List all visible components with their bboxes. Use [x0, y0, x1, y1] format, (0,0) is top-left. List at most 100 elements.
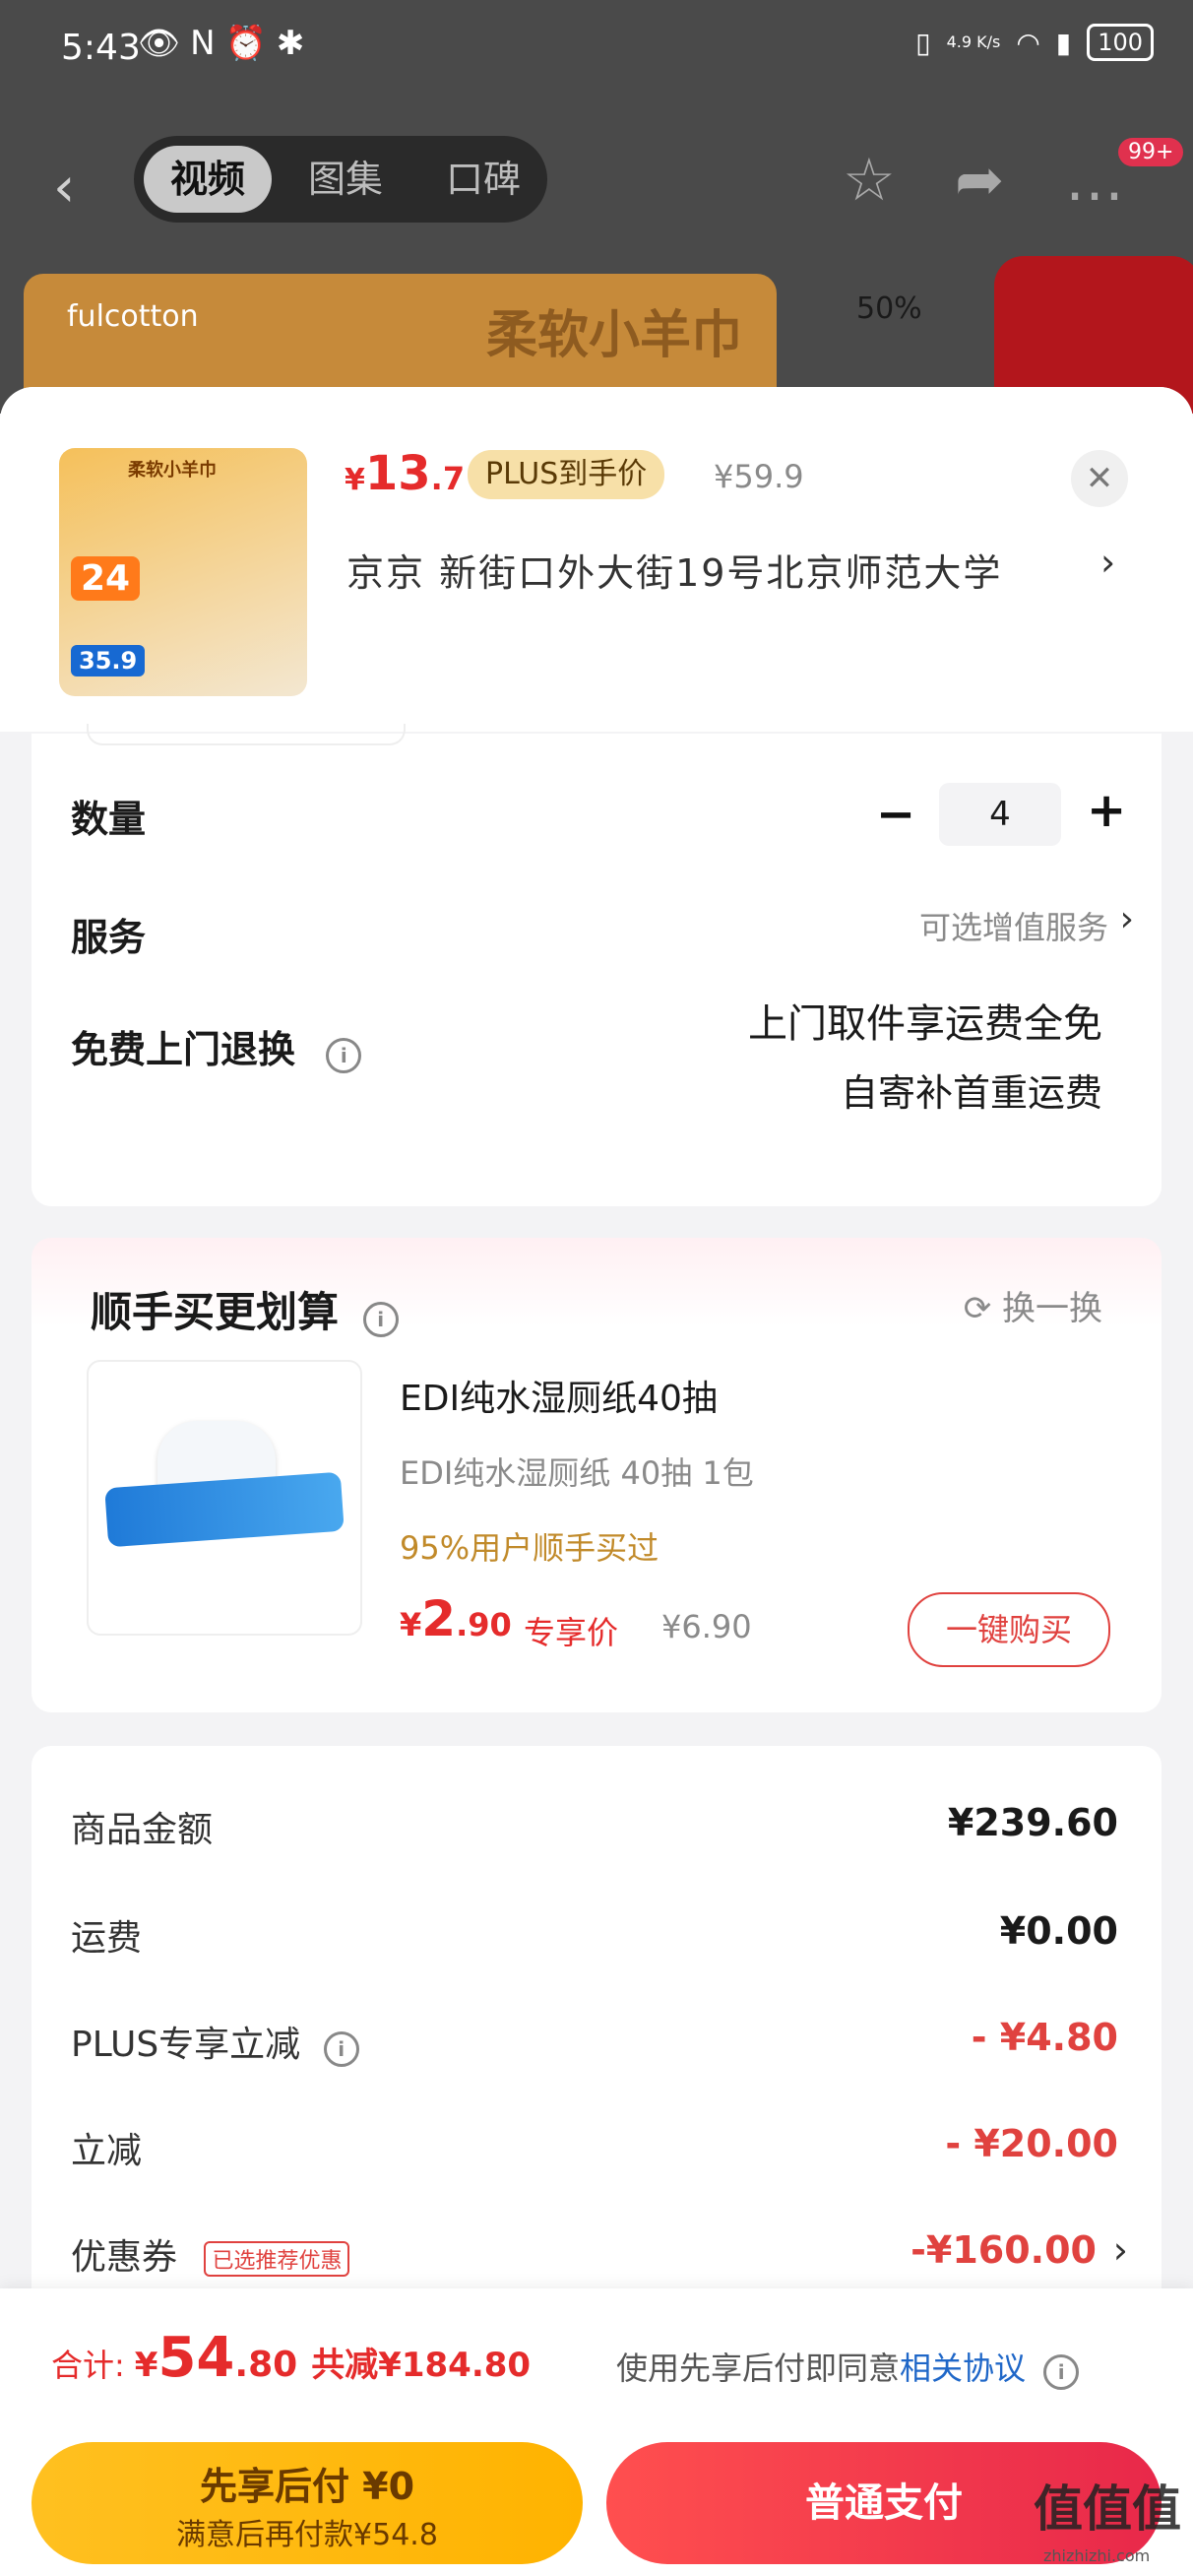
chevron-right-icon[interactable]: › — [1100, 541, 1115, 584]
info-icon[interactable]: i — [1043, 2354, 1080, 2390]
more-icon[interactable]: … — [1065, 146, 1124, 215]
summary-label-text: PLUS专享立减 — [71, 2025, 301, 2065]
checkout-bar: 合计: ¥54.80 共减¥184.80 使用先享后付即同意相关协议 i 先享后付 … — [0, 2288, 1193, 2576]
refresh-button[interactable]: ⟳ 换一换 — [964, 1281, 1102, 1329]
promo-text: 50% — [856, 291, 922, 326]
tab-reviews[interactable]: 口碑 — [419, 146, 547, 213]
total-decimal: .80 — [234, 2345, 298, 2385]
original-price: ¥59.9 — [714, 458, 804, 495]
pay-later-button[interactable]: 先享后付 ¥0 满意后再付款¥54.8 — [31, 2442, 583, 2564]
coupon-row[interactable]: 优惠券 已选推荐优惠 -¥160.00 › — [71, 2228, 1128, 2287]
addon-title-text: 顺手买更划算 — [91, 1288, 340, 1336]
plus-price-tag: PLUS到手价 — [468, 450, 665, 499]
total-saved: 共减¥184.80 — [311, 2346, 532, 2385]
addon-price-decimal: .90 — [456, 1606, 512, 1643]
quantity-minus-button[interactable]: − — [876, 787, 915, 842]
summary-row: 商品金额 ¥239.60 — [71, 1801, 1118, 1860]
summary-value: ¥0.00 — [999, 1909, 1118, 1953]
status-bar: 5:43 👁N⏰✱ ▯ 4.9 K/s ◠ ▮ 100 — [0, 0, 1193, 98]
return-label: 免费上门退换 i — [71, 1019, 362, 1073]
chevron-right-icon[interactable]: › — [1113, 2228, 1128, 2272]
total-amount: 合计: ¥54.80 共减¥184.80 — [51, 2326, 531, 2390]
status-time: 5:43 — [61, 28, 141, 68]
service-label: 服务 — [71, 916, 147, 959]
addon-price-integer: 2 — [421, 1590, 457, 1647]
summary-label: PLUS专享立减 i — [71, 2016, 359, 2067]
options-card: 数量 − 4 + 服务 可选增值服务 › 免费上门退换 i 上门取件享运费全免 … — [31, 724, 1162, 1206]
watermark: 值值值 — [1034, 2480, 1181, 2538]
wifi-icon: ◠ — [1016, 26, 1040, 59]
total-label: 合计: — [51, 2347, 125, 2384]
addon-original-price: ¥6.90 — [661, 1608, 752, 1645]
chevron-right-icon[interactable]: › — [1120, 899, 1134, 939]
info-icon[interactable]: i — [323, 2031, 359, 2067]
addon-card: 顺手买更划算 i ⟳ 换一换 EDI纯水湿厕纸40抽 EDI纯水湿厕纸 40抽 … — [31, 1238, 1162, 1712]
price-decimal: .7 — [430, 460, 466, 497]
pack-graphic — [104, 1471, 345, 1548]
addon-title: 顺手买更划算 i — [91, 1279, 399, 1339]
quantity-label: 数量 — [71, 798, 147, 841]
vibrate-icon: ▯ — [915, 26, 931, 59]
net-speed: 4.9 K/s — [946, 32, 1001, 51]
battery-icon: 100 — [1087, 24, 1154, 61]
pay-later-title: 先享后付 ¥0 — [199, 2465, 415, 2508]
summary-label: 优惠券 已选推荐优惠 — [71, 2228, 350, 2280]
agreement-text: 使用先享后付即同意相关协议 i — [616, 2344, 1080, 2390]
notification-icons: 👁N⏰✱ — [138, 24, 315, 63]
share-icon[interactable]: ➦ — [955, 146, 1004, 215]
pay-later-subtitle: 满意后再付款¥54.8 — [176, 2518, 438, 2552]
summary-label: 立减 — [71, 2131, 143, 2171]
product-price: ¥13.7 — [345, 446, 465, 501]
summary-value: - ¥4.80 — [971, 2016, 1118, 2059]
return-line-1: 上门取件享运费全免 — [748, 1001, 1102, 1047]
summary-row: 立减 - ¥20.00 — [71, 2122, 1118, 2181]
summary-value: - ¥20.00 — [945, 2122, 1118, 2165]
star-icon[interactable]: ☆ — [843, 146, 896, 215]
refresh-icon: ⟳ — [963, 1289, 992, 1328]
background-page: 5:43 👁N⏰✱ ▯ 4.9 K/s ◠ ▮ 100 ‹ 视频 图集 口碑 ☆… — [0, 0, 1193, 414]
tab-video[interactable]: 视频 — [144, 146, 272, 213]
summary-value: -¥160.00 — [910, 2228, 1097, 2272]
addon-name[interactable]: EDI纯水湿厕纸40抽 — [400, 1370, 718, 1421]
summary-label: 运费 — [71, 1918, 143, 1959]
watermark-url: zhizhizhi.com — [1043, 2546, 1151, 2565]
product-thumbnail: 柔软小羊巾 24 35.9 — [59, 448, 307, 696]
summary-row: 运费 ¥0.00 — [71, 1909, 1118, 1968]
refresh-label: 换一换 — [1002, 1289, 1102, 1328]
media-tabs: 视频 图集 口碑 — [134, 136, 547, 223]
nav-bar: ‹ 视频 图集 口碑 ☆ ➦ … 99+ — [0, 128, 1193, 236]
summary-label-text: 优惠券 — [71, 2237, 178, 2278]
addon-social-proof: 95%用户顺手买过 — [400, 1529, 659, 1567]
service-hint[interactable]: 可选增值服务 — [919, 903, 1108, 948]
back-icon[interactable]: ‹ — [53, 156, 75, 220]
sheet-header: 柔软小羊巾 24 35.9 ¥13.7 PLUS到手价 ¥59.9 ✕ 京京 新… — [0, 387, 1193, 732]
info-icon[interactable]: i — [362, 1302, 399, 1337]
tab-gallery[interactable]: 图集 — [282, 146, 409, 213]
delivery-address[interactable]: 京京 新街口外大街19号北京师范大学 — [346, 543, 1002, 597]
thumb-title: 柔软小羊巾 — [128, 460, 217, 481]
total-currency: ¥ — [134, 2346, 158, 2385]
summary-label: 商品金额 — [71, 1810, 214, 1850]
summary-value: ¥239.60 — [947, 1801, 1118, 1844]
addon-spec: EDI纯水湿厕纸 40抽 1包 — [400, 1454, 754, 1492]
brand-logo: fulcotton — [67, 299, 199, 334]
alert-icon: ▮ — [1055, 26, 1072, 59]
total-integer: 54 — [157, 2326, 235, 2390]
info-icon[interactable]: i — [326, 1038, 362, 1073]
exclusive-price-label: 专享价 — [524, 1614, 619, 1651]
agreement-prefix: 使用先享后付即同意 — [616, 2350, 901, 2387]
price-integer: 13 — [364, 446, 431, 501]
addon-product-image[interactable] — [87, 1360, 362, 1636]
message-badge: 99+ — [1118, 138, 1184, 166]
close-button[interactable]: ✕ — [1071, 450, 1128, 507]
one-click-buy-button[interactable]: 一键购买 — [908, 1592, 1110, 1667]
thumb-price: 35.9 — [71, 645, 146, 676]
return-label-text: 免费上门退换 — [71, 1028, 296, 1071]
addon-price-currency: ¥ — [400, 1606, 422, 1643]
thumb-badge: 24 — [71, 556, 141, 601]
return-line-2: 自寄补首重运费 — [840, 1071, 1102, 1115]
quantity-input[interactable]: 4 — [939, 783, 1061, 846]
coupon-tag: 已选推荐优惠 — [204, 2241, 350, 2277]
agreement-link[interactable]: 相关协议 — [900, 2350, 1026, 2387]
quantity-plus-button[interactable]: + — [1087, 783, 1126, 838]
